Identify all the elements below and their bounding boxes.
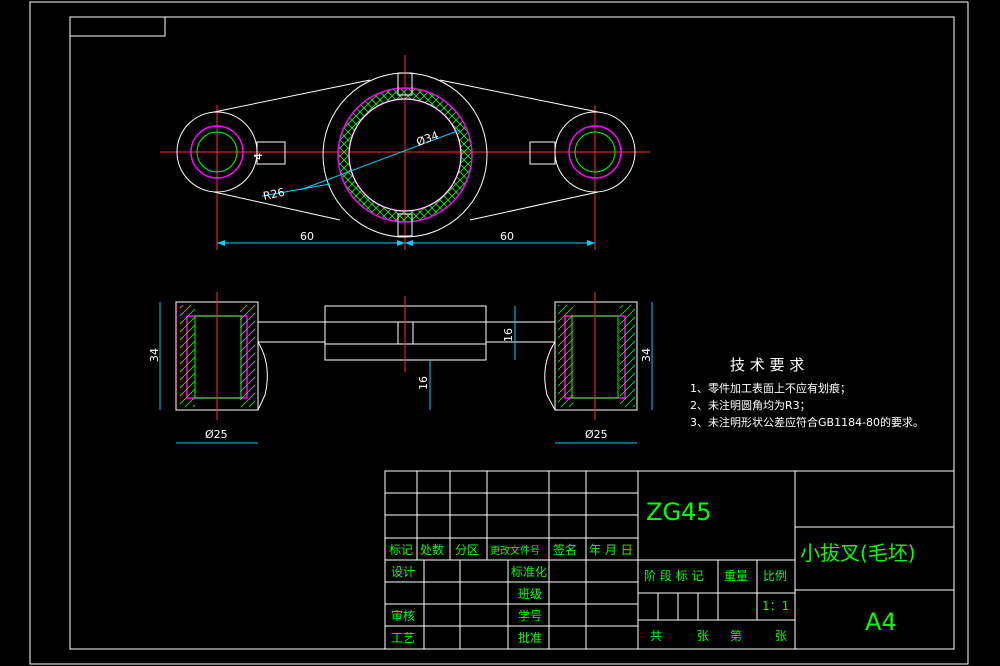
dim-dia-left: Ø25 — [205, 428, 228, 441]
dim-boss-height: 16 — [417, 376, 430, 390]
dim-height-left: 34 — [148, 348, 161, 362]
part-name: 小拔叉(毛坯) — [800, 541, 916, 565]
dim-len-right: 60 — [500, 230, 514, 243]
dim-radius: R26 — [262, 186, 286, 203]
dim-dia-big: Ø34 — [415, 129, 441, 149]
technical-notes: 技 术 要 求 1、零件加工表面上不应有划痕； 2、未注明圆角均为R3； 3、未… — [690, 356, 924, 429]
note-item: 1、零件加工表面上不应有划痕； — [690, 381, 851, 395]
hdr-change-doc: 更改文件号 — [490, 544, 540, 557]
notes-title: 技 术 要 求 — [730, 356, 804, 374]
top-view: Ø34 R26 4 60 60 — [160, 55, 650, 250]
dim-small-hole: 4 — [252, 153, 265, 160]
title-block: ZG45 小拔叉(毛坯) A4 标记 处数 分区 更改文件号 签名 年 月 日 … — [384, 470, 955, 650]
lbl-class: 班级 — [518, 587, 542, 601]
dim-len-left: 60 — [300, 230, 314, 243]
hdr-count: 处数 — [420, 542, 444, 557]
stamp-box — [69, 16, 166, 37]
dim-height-right: 34 — [640, 348, 653, 362]
note-item: 3、未注明形状公差应符合GB1184-80的要求。 — [690, 415, 924, 429]
dim-dia-right: Ø25 — [585, 428, 608, 441]
lbl-sheet-unit: 张 — [775, 629, 787, 643]
lbl-sheet-no: 第 — [730, 629, 742, 643]
paper-size: A4 — [865, 608, 897, 636]
lbl-stage: 阶 段 标 记 — [644, 568, 703, 583]
lbl-standard: 标准化 — [511, 565, 547, 579]
lbl-weight: 重量 — [724, 569, 748, 583]
note-item: 2、未注明圆角均为R3； — [690, 398, 811, 412]
scale-value: 1：1 — [762, 599, 789, 613]
dim-web-thickness: 16 — [502, 328, 515, 342]
hdr-mark: 标记 — [389, 543, 413, 557]
lbl-process: 工艺 — [391, 631, 415, 645]
front-view: 34 34 16 16 Ø25 Ø25 — [148, 292, 653, 444]
lbl-student-no: 学号 — [518, 608, 542, 623]
hdr-date: 年 月 日 — [589, 543, 633, 557]
hdr-zone: 分区 — [455, 543, 479, 557]
lbl-review: 审核 — [391, 608, 415, 623]
material-text: ZG45 — [646, 498, 712, 526]
drawing-canvas: Ø34 R26 4 60 60 34 34 16 16 Ø25 Ø25 技 术 … — [29, 1, 969, 665]
lbl-total: 共 — [650, 629, 662, 643]
hdr-sign: 签名 — [553, 542, 577, 557]
lbl-design: 设计 — [391, 565, 415, 579]
lbl-approve: 批准 — [518, 630, 542, 645]
lbl-ratio: 比例 — [763, 569, 787, 583]
lbl-sheets: 张 — [697, 629, 709, 643]
